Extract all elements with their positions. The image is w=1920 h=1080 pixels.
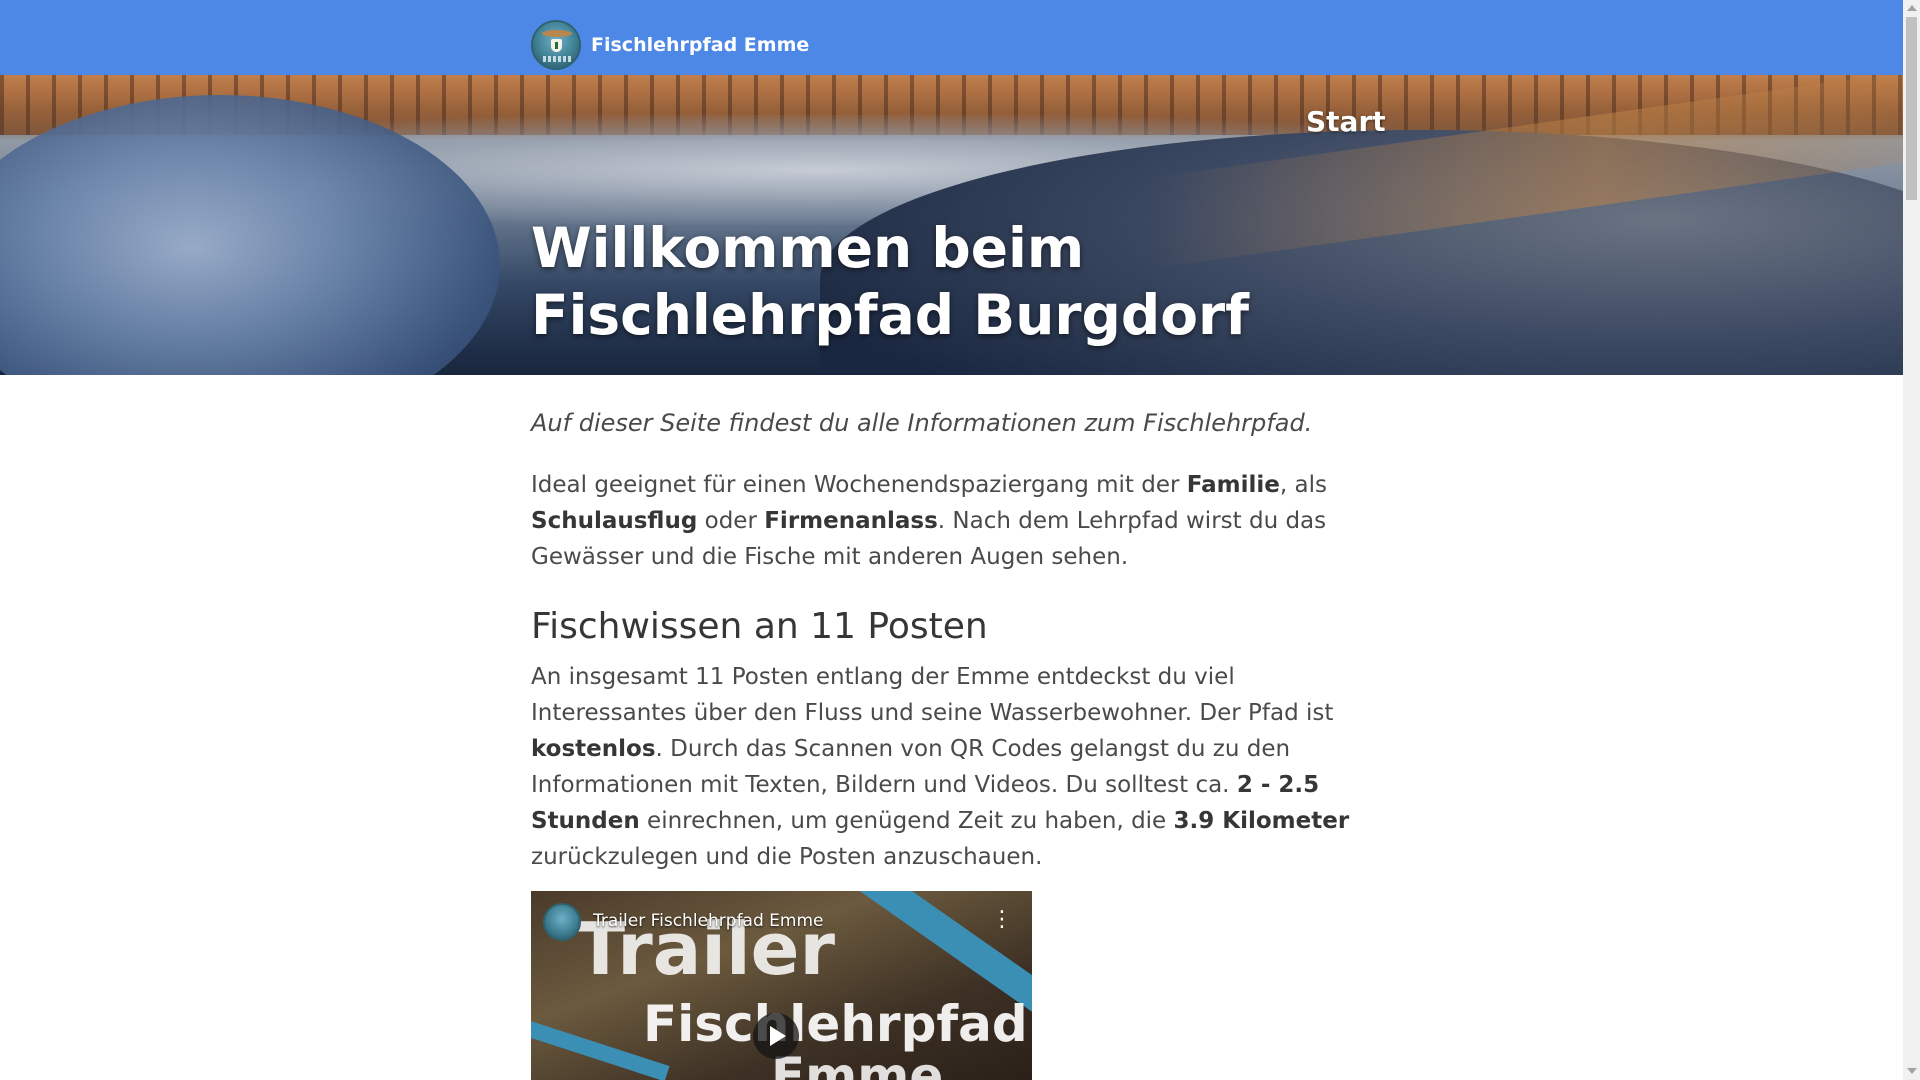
page-title-line1: Willkommen beim — [531, 216, 1085, 280]
channel-avatar-icon[interactable] — [543, 903, 581, 941]
scroll-down-icon[interactable] — [1907, 1068, 1917, 1074]
section-title-posten: Fischwissen an 11 Posten — [531, 606, 988, 647]
nav-start-link[interactable]: Start — [1306, 105, 1386, 138]
fischlehrpfad-logo-icon — [531, 20, 581, 70]
scrollbar-thumb[interactable] — [1906, 17, 1917, 200]
page: Fischlehrpfad Emme Start Willkommen beim… — [0, 0, 1920, 1080]
highlight-firmenanlass: Firmenanlass — [764, 508, 938, 534]
play-button[interactable] — [753, 1013, 799, 1059]
page-title: Willkommen beim Fischlehrpfad Burgdorf — [531, 215, 1291, 349]
trailer-video-embed[interactable]: Trailer Fischlehrpfad Emme Trailer Fisch… — [531, 891, 1032, 1080]
more-vert-icon[interactable]: ⋮ — [991, 909, 1013, 931]
top-navbar: Fischlehrpfad Emme — [0, 0, 1903, 75]
posten-paragraph: An insgesamt 11 Posten entlang der Emme … — [531, 664, 1350, 870]
highlight-distance: 3.9 Kilometer — [1173, 808, 1350, 834]
brand-name: Fischlehrpfad Emme — [591, 34, 810, 56]
hero-banner: Start Willkommen beim Fischlehrpfad Burg… — [0, 75, 1903, 375]
highlight-kostenlos: kostenlos — [531, 736, 656, 762]
video-title[interactable]: Trailer Fischlehrpfad Emme — [593, 911, 824, 931]
highlight-schulausflug: Schulaus­flug — [531, 508, 698, 534]
lead-text: Auf dieser Seite findest du alle Informa… — [531, 409, 1313, 437]
highlight-familie: Familie — [1186, 472, 1280, 498]
video-overlay-line3: Emme — [771, 1047, 944, 1080]
play-icon — [770, 1026, 786, 1046]
page-title-line2: Fischlehrpfad Burgdorf — [531, 283, 1250, 347]
scroll-up-icon[interactable] — [1907, 5, 1917, 11]
main-content: Auf dieser Seite findest du alle Informa… — [531, 405, 1373, 901]
brand-link[interactable]: Fischlehrpfad Emme — [531, 19, 809, 71]
page-scrollbar[interactable] — [1903, 0, 1920, 1080]
video-overlay-line2: Fischlehrpfad — [643, 995, 1028, 1053]
intro-paragraph: Ideal geeignet für einen Wochenendspazie… — [531, 472, 1327, 570]
